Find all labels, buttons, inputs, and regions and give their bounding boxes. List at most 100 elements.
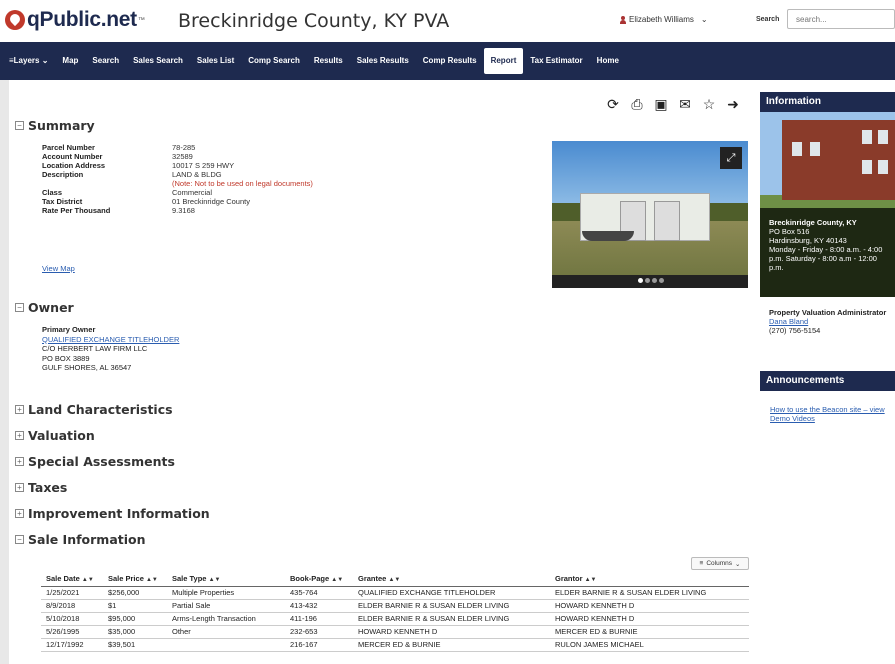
photo-boat xyxy=(582,231,634,241)
table-row: 12/17/1992 $39,501 216-167 MERCER ED & B… xyxy=(41,638,749,652)
expand-icon[interactable]: ⤢ xyxy=(720,147,742,169)
building-window xyxy=(878,160,888,174)
table-row: 1/25/2021 $256,000 Multiple Properties 4… xyxy=(41,586,749,600)
search-label: Search xyxy=(756,16,780,23)
header: qPublic.net ™ Breckinridge County, KY PV… xyxy=(0,0,895,40)
column-header-sale-price[interactable]: Sale Price ▲▼ xyxy=(103,572,167,587)
header-label: Grantee xyxy=(358,574,387,584)
pva-info: Property Valuation Administrator Dana Bl… xyxy=(769,308,891,335)
cell-sale-type: Arms-Length Transaction xyxy=(167,612,285,626)
collapse-icon: − xyxy=(15,535,24,544)
cell-sale-price: $95,000 xyxy=(103,612,167,626)
column-header-book-page[interactable]: Book-Page ▲▼ xyxy=(285,572,353,587)
logo-text: qPublic.net xyxy=(27,8,137,31)
nav-map[interactable]: Map xyxy=(55,48,85,74)
cell-sale-type: Partial Sale xyxy=(167,599,285,613)
carousel-dot[interactable] xyxy=(638,278,643,283)
info-sidebar: Information Breckinridge County, KY PO B… xyxy=(760,92,895,477)
nav-results[interactable]: Results xyxy=(307,48,350,74)
image-icon[interactable]: ▣ xyxy=(653,96,669,112)
user-menu[interactable]: Elizabeth Williams ⌄ xyxy=(620,15,708,24)
cell-grantor: RULON JAMES MICHAEL xyxy=(550,638,749,652)
summary-value: 01 Breckinridge County xyxy=(172,197,250,206)
carousel-dot[interactable] xyxy=(645,278,650,283)
qpublic-logo[interactable]: qPublic.net ™ xyxy=(5,8,145,32)
information-header: Information xyxy=(760,92,895,112)
improvement-information-header[interactable]: + Improvement Information xyxy=(15,506,210,521)
nav-comp-results[interactable]: Comp Results xyxy=(416,48,484,74)
column-header-grantor[interactable]: Grantor ▲▼ xyxy=(550,572,749,587)
nav-tax-estimator[interactable]: Tax Estimator xyxy=(523,48,589,74)
column-header-grantee[interactable]: Grantee ▲▼ xyxy=(353,572,550,587)
summary-label: Parcel Number xyxy=(42,143,95,152)
expand-section-icon: + xyxy=(15,483,24,492)
nav-report[interactable]: Report xyxy=(483,48,524,74)
columns-icon: ≡ xyxy=(699,560,704,567)
cell-sale-date: 12/17/1992 xyxy=(41,638,103,652)
building-window xyxy=(792,142,802,156)
nav-sales-search[interactable]: Sales Search xyxy=(126,48,190,74)
pva-name-link[interactable]: Dana Bland xyxy=(769,317,891,326)
chevron-down-icon: ⌄ xyxy=(700,15,708,24)
nav-sales-list[interactable]: Sales List xyxy=(190,48,241,74)
expand-section-icon: + xyxy=(15,457,24,466)
nav-comp-search[interactable]: Comp Search xyxy=(241,48,307,74)
table-row: 5/10/2018 $95,000 Arms-Length Transactio… xyxy=(41,612,749,626)
print-icon[interactable]: ⎙ xyxy=(629,96,645,112)
office-info: Breckinridge County, KY PO Box 516 Hardi… xyxy=(769,218,891,272)
announcements-header: Announcements xyxy=(760,371,895,391)
sort-icon: ▲▼ xyxy=(81,577,94,584)
cell-sale-type: Other xyxy=(167,625,285,639)
column-header-sale-type[interactable]: Sale Type ▲▼ xyxy=(167,572,285,587)
summary-row: Parcel Number 78-285 xyxy=(42,143,313,152)
office-hours: Monday - Friday - 8:00 a.m. - 4:00 p.m. … xyxy=(769,245,883,272)
expand-section-icon: + xyxy=(15,509,24,518)
property-photo-carousel[interactable]: ⤢ xyxy=(552,141,748,288)
summary-row: Tax District 01 Breckinridge County xyxy=(42,197,313,206)
office-line: Hardinsburg, KY 40143 xyxy=(769,236,847,245)
building-window xyxy=(878,130,888,144)
valuation-header[interactable]: + Valuation xyxy=(15,428,95,443)
view-map-link[interactable]: View Map xyxy=(42,264,75,273)
land-characteristics-header[interactable]: + Land Characteristics xyxy=(15,402,173,417)
star-icon[interactable]: ☆ xyxy=(701,96,717,112)
legal-note: (Note: Not to be used on legal documents… xyxy=(172,179,313,188)
summary-row: Account Number 32589 xyxy=(42,152,313,161)
arrow-right-icon[interactable]: ➜ xyxy=(725,96,741,112)
carousel-dot[interactable] xyxy=(652,278,657,283)
summary-row: Description LAND & BLDG xyxy=(42,170,313,179)
nav-home[interactable]: Home xyxy=(590,48,626,74)
sale-information-header[interactable]: − Sale Information xyxy=(15,532,146,547)
section-title: Summary xyxy=(28,118,95,133)
sort-icon: ▲▼ xyxy=(331,577,344,584)
expand-section-icon: + xyxy=(15,405,24,414)
share-icon[interactable]: ⟳ xyxy=(605,96,621,112)
cell-sale-type xyxy=(167,638,285,652)
summary-header[interactable]: − Summary xyxy=(15,118,95,133)
summary-value: 78-285 xyxy=(172,143,196,152)
nav-layers[interactable]: ≡Layers ⌄ xyxy=(9,48,55,74)
email-icon[interactable]: ✉ xyxy=(677,96,693,112)
special-assessments-header[interactable]: + Special Assessments xyxy=(15,454,175,469)
summary-value: Commercial xyxy=(172,188,213,197)
nav-sales-results[interactable]: Sales Results xyxy=(350,48,416,74)
announcement-link[interactable]: How to use the Beacon site – view Demo V… xyxy=(770,405,895,423)
owner-name-link[interactable]: QUALIFIED EXCHANGE TITLEHOLDER xyxy=(42,335,179,345)
taxes-header[interactable]: + Taxes xyxy=(15,480,67,495)
summary-row: (Note: Not to be used on legal documents… xyxy=(42,179,313,188)
carousel-dot[interactable] xyxy=(659,278,664,283)
search-input[interactable] xyxy=(787,9,895,29)
columns-button[interactable]: ≡ Columns ⌄ xyxy=(691,557,749,570)
summary-label: Class xyxy=(42,188,63,197)
summary-label: Tax District xyxy=(42,197,83,206)
summary-label: Description xyxy=(42,170,84,179)
column-header-sale-date[interactable]: Sale Date ▲▼ xyxy=(41,572,103,587)
owner-address-line: PO BOX 3889 xyxy=(42,353,90,363)
nav-search[interactable]: Search xyxy=(85,48,126,74)
cell-grantee: MERCER ED & BURNIE xyxy=(353,638,550,652)
user-name: Elizabeth Williams xyxy=(629,15,694,24)
cell-sale-date: 8/9/2018 xyxy=(41,599,103,613)
owner-header[interactable]: − Owner xyxy=(15,300,74,315)
collapse-icon: − xyxy=(15,303,24,312)
summary-row: Location Address 10017 S 259 HWY xyxy=(42,161,313,170)
